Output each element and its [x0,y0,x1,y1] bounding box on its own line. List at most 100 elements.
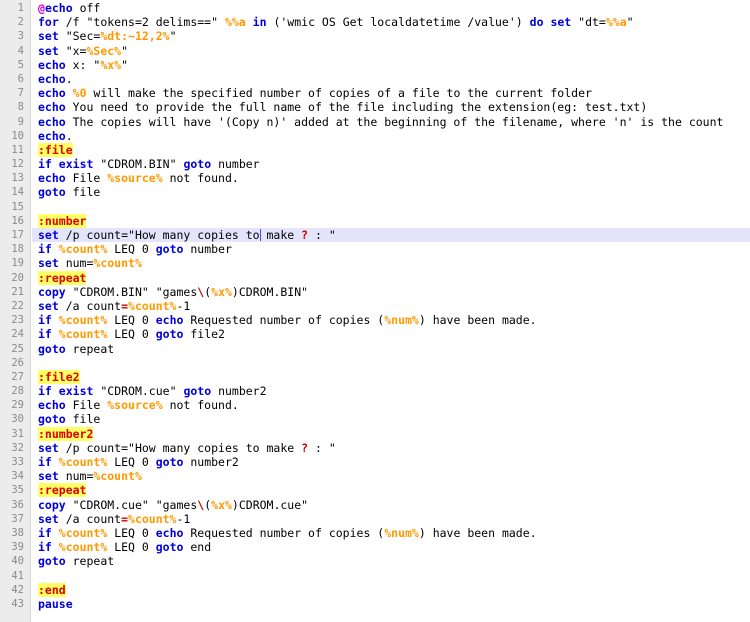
token-kw: if [38,540,52,555]
code-line[interactable]: 21 copy "CDROM.BIN" "games\(%x%)CDROM.BIN… [0,285,750,299]
code-line[interactable]: 16:number [0,213,750,228]
code-text[interactable]: :number [38,213,87,228]
token-kw: set [38,256,59,271]
code-line[interactable]: 10 echo. [0,129,750,143]
code-text[interactable]: for /f "tokens=2 delims==" %%a in ('wmic… [38,15,634,29]
code-line[interactable]: 15 [0,200,750,214]
code-text[interactable]: goto repeat [38,342,114,356]
code-line[interactable]: 29 echo File %source% not found. [0,398,750,412]
code-text[interactable]: set /a count=%count%-1 [38,512,190,526]
code-text[interactable] [38,200,45,214]
code-text[interactable]: :file2 [38,369,80,384]
code-line[interactable]: 18 if %count% LEQ 0 goto number [0,242,750,256]
code-line[interactable]: 4 set "x=%Sec%" [0,44,750,58]
code-text[interactable]: echo File %source% not found. [38,398,239,412]
code-line[interactable]: 41 [0,569,750,583]
code-text[interactable]: set /a count=%count%-1 [38,299,190,313]
code-text[interactable]: copy "CDROM.cue" "games\(%x%)CDROM.cue" [38,498,308,512]
code-line[interactable]: 40 goto repeat [0,554,750,568]
code-line[interactable]: 3 set "Sec=%dt:~12,2%" [0,29,750,43]
code-line[interactable]: 43 pause [0,597,750,611]
code-text[interactable]: if %count% LEQ 0 goto end [38,540,211,554]
token-txt: LEQ 0 [107,327,156,342]
code-text[interactable]: if %count% LEQ 0 goto file2 [38,327,225,341]
code-editor[interactable]: 1 @echo off 2 for /f "tokens=2 delims==" %%… [0,0,750,622]
code-line[interactable]: 35:repeat [0,483,750,498]
code-lines-container[interactable]: 1 @echo off 2 for /f "tokens=2 delims==" %%… [0,0,750,611]
code-line[interactable]: 1 @echo off [0,1,750,15]
code-line[interactable]: 26 [0,356,750,370]
code-line[interactable]: 38 if %count% LEQ 0 echo Requested number… [0,526,750,540]
code-line[interactable]: 39 if %count% LEQ 0 goto end [0,540,750,554]
token-txt: repeat [65,341,115,356]
code-text[interactable]: echo You need to provide the full name o… [38,100,647,114]
code-line[interactable]: 22 set /a count=%count%-1 [0,299,750,313]
code-line[interactable]: 36 copy "CDROM.cue" "games\(%x%)CDROM.cue… [0,498,750,512]
code-line[interactable]: 27 :file2 [0,369,750,384]
code-line[interactable]: 30 goto file [0,412,750,426]
code-line[interactable]: 31:number2 [0,426,750,441]
code-text[interactable]: if %count% LEQ 0 goto number2 [38,455,239,469]
code-line[interactable]: 24 if %count% LEQ 0 goto file2 [0,327,750,341]
code-line[interactable]: 34 set num=%count% [0,469,750,483]
code-text[interactable] [38,356,45,370]
code-line[interactable]: 14 goto file [0,185,750,199]
code-text[interactable]: echo. [38,72,73,86]
token-kw: goto [38,185,66,200]
code-text[interactable]: set "x=%Sec%" [38,44,128,58]
token-txt: "CDROM.cue" "games [65,497,198,512]
code-text[interactable]: goto file [38,185,100,199]
code-text[interactable]: set num=%count% [38,256,142,270]
code-text[interactable]: echo The copies will have '(Copy n)' add… [38,115,723,129]
code-text[interactable]: if exist "CDROM.cue" goto number2 [38,384,267,398]
code-line[interactable]: 33 if %count% LEQ 0 goto number2 [0,455,750,469]
code-text[interactable]: goto repeat [38,554,114,568]
line-number: 43 [11,597,24,610]
code-line[interactable]: 2 for /f "tokens=2 delims==" %%a in ('wmi… [0,15,750,29]
code-text[interactable]: :repeat [38,270,87,285]
token-kw: copy [38,284,66,299]
code-text[interactable]: :file [38,142,73,157]
code-text[interactable]: if %count% LEQ 0 goto number [38,242,232,256]
code-text[interactable]: copy "CDROM.BIN" "games\(%x%)CDROM.BIN" [38,285,308,299]
code-line[interactable]: 28 if exist "CDROM.cue" goto number2 [0,384,750,398]
code-text[interactable]: set /p count="How many copies to make ? … [38,441,336,455]
line-number: 24 [11,328,24,341]
code-text[interactable]: if exist "CDROM.BIN" goto number [38,157,260,171]
code-line[interactable]: 19 set num=%count% [0,256,750,270]
line-number: 27 [11,370,24,383]
code-line[interactable]: 23 if %count% LEQ 0 echo Requested number… [0,313,750,327]
code-text[interactable]: :number2 [38,426,94,441]
code-line[interactable]: 5 echo x: "%x%" [0,58,750,72]
code-line[interactable]: 9 echo The copies will have '(Copy n)' ad… [0,115,750,129]
code-text[interactable] [38,569,45,583]
code-text[interactable]: echo %0 will make the specified number o… [38,86,592,100]
code-line[interactable]: 7 echo %0 will make the specified number … [0,86,750,100]
code-line[interactable]: 20:repeat [0,270,750,285]
code-text[interactable]: @echo off [38,1,100,15]
line-number: 11 [11,143,24,156]
code-text[interactable]: set num=%count% [38,469,142,483]
code-text[interactable]: :repeat [38,483,87,498]
code-line[interactable]: 12 if exist "CDROM.BIN" goto number [0,157,750,171]
code-line[interactable]: 25 goto repeat [0,342,750,356]
code-text[interactable]: set "Sec=%dt:~12,2%" [38,29,177,43]
code-line[interactable]: 17 set /p count="How many copies to make … [0,228,750,243]
code-text[interactable]: if %count% LEQ 0 echo Requested number o… [38,313,537,327]
code-line[interactable]: 42:end [0,582,750,597]
code-line[interactable]: 11 :file [0,142,750,157]
code-text[interactable]: :end [38,582,66,597]
code-line[interactable]: 8 echo You need to provide the full name … [0,100,750,114]
code-text[interactable]: if %count% LEQ 0 echo Requested number o… [38,526,537,540]
code-text[interactable]: echo x: "%x%" [38,58,128,72]
token-kw: goto [38,341,66,356]
code-text[interactable]: echo File %source% not found. [38,171,239,185]
code-text[interactable]: pause [38,597,73,611]
code-line[interactable]: 6 echo. [0,72,750,86]
code-line[interactable]: 32 set /p count="How many copies to make … [0,441,750,455]
code-line[interactable]: 37 set /a count=%count%-1 [0,512,750,526]
code-text[interactable]: goto file [38,412,100,426]
code-text[interactable]: echo. [38,129,73,143]
code-line[interactable]: 13 echo File %source% not found. [0,171,750,185]
code-text[interactable]: set /p count="How many copies to make ? … [38,228,336,242]
